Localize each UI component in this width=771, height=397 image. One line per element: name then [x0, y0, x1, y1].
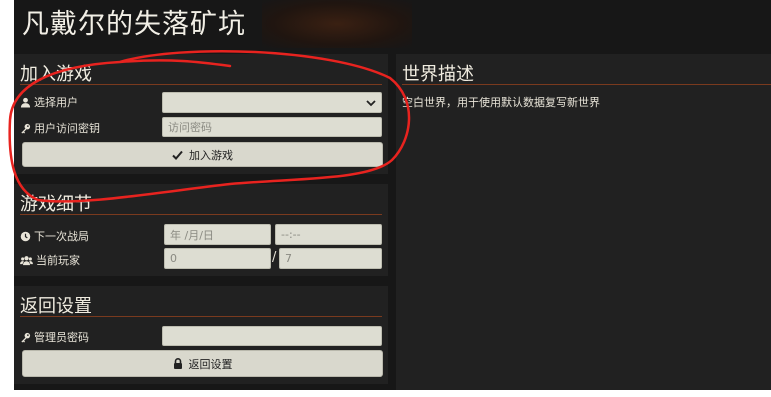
world-description-panel: 世界描述 空白世界，用于使用默认数据复写新世界 [396, 54, 771, 390]
current-players-label: 当前玩家 [20, 252, 80, 268]
users-icon [20, 255, 33, 265]
world-description-text: 空白世界，用于使用默认数据复写新世界 [402, 96, 600, 109]
back-settings-button-label: 返回设置 [188, 357, 233, 371]
check-icon [172, 150, 183, 160]
time-placeholder: --:-- [281, 228, 301, 241]
join-game-heading: 加入游戏 [20, 64, 92, 85]
lock-icon [173, 358, 182, 369]
next-battle-time-input[interactable]: --:-- [275, 224, 382, 245]
select-user-label: 选择用户 [20, 94, 78, 110]
max-players-count: 7 [279, 248, 382, 269]
access-key-input[interactable]: 访问密码 [162, 117, 382, 137]
key-icon [21, 123, 31, 134]
user-icon [20, 97, 31, 108]
game-details-heading: 游戏细节 [20, 194, 92, 215]
players-separator: / [272, 250, 277, 265]
world-description-heading: 世界描述 [402, 64, 474, 85]
back-settings-heading: 返回设置 [20, 296, 92, 317]
key-icon [21, 332, 31, 343]
players-current-value: 0 [170, 252, 177, 265]
current-players-text: 当前玩家 [36, 254, 80, 267]
back-settings-panel: 返回设置 管理员密码 返回设置 [14, 286, 388, 384]
select-user-text: 选择用户 [34, 96, 78, 109]
next-battle-label: 下一次战局 [20, 228, 89, 244]
next-battle-text: 下一次战局 [34, 230, 89, 243]
next-battle-date-input[interactable]: 年 /月/日 [164, 224, 271, 245]
world-description-divider [402, 84, 771, 85]
back-settings-button[interactable]: 返回设置 [22, 350, 383, 377]
date-placeholder: 年 /月/日 [170, 228, 214, 242]
header-banner [262, 0, 412, 48]
game-details-divider [20, 214, 382, 215]
join-game-panel: 加入游戏 选择用户 用户访问密钥 访问密码 加入游戏 [14, 54, 388, 174]
select-user-dropdown[interactable] [162, 92, 382, 113]
page-title: 凡戴尔的失落矿坑 [22, 9, 246, 40]
join-game-button-label: 加入游戏 [189, 148, 233, 162]
players-max-value: 7 [285, 252, 292, 265]
current-players-count: 0 [164, 248, 271, 269]
back-settings-divider [20, 316, 382, 317]
admin-password-input[interactable] [162, 326, 382, 346]
access-key-label: 用户访问密钥 [20, 120, 100, 136]
join-game-button[interactable]: 加入游戏 [22, 142, 383, 167]
access-key-text: 用户访问密钥 [34, 122, 100, 135]
admin-password-text: 管理员密码 [34, 331, 89, 344]
chevron-down-icon [366, 99, 376, 106]
join-game-divider [20, 84, 382, 85]
game-details-panel: 游戏细节 下一次战局 年 /月/日 --:-- 当前玩家 0 / 7 [14, 184, 388, 276]
access-key-placeholder: 访问密码 [168, 121, 212, 134]
admin-password-label: 管理员密码 [20, 329, 89, 345]
clock-icon [20, 231, 31, 241]
